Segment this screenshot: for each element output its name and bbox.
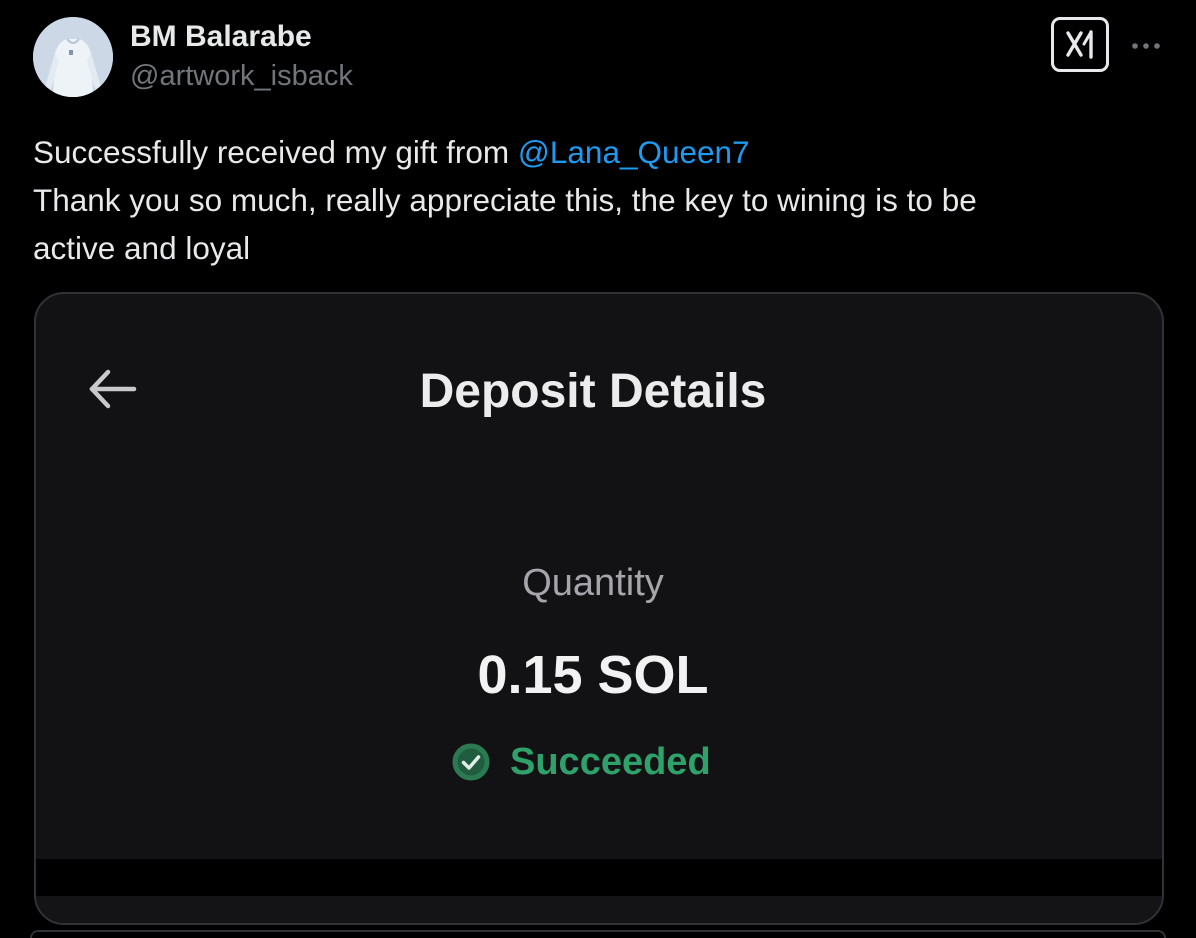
grok-button[interactable] xyxy=(1051,17,1109,72)
quantity-label: Quantity xyxy=(522,562,664,604)
tweet-line-2: Thank you so much, really appreciate thi… xyxy=(33,182,977,218)
author-avatar[interactable] xyxy=(33,17,113,97)
author-name[interactable]: BM Balarabe xyxy=(130,20,312,54)
next-card-edge xyxy=(30,930,1166,938)
media-bottom-strip xyxy=(36,896,1162,923)
check-circle-icon xyxy=(450,741,492,783)
tweet-text: Successfully received my gift from @Lana… xyxy=(33,128,1153,272)
author-handle[interactable]: @artwork_isback xyxy=(130,60,353,93)
deposit-title: Deposit Details xyxy=(419,365,767,418)
more-dots-icon xyxy=(1132,43,1160,49)
quantity-value: 0.15 SOL xyxy=(477,645,709,705)
status-row: Succeeded xyxy=(450,740,711,784)
grok-icon xyxy=(1066,30,1093,59)
mention-link[interactable]: @Lana_Queen7 xyxy=(518,134,750,170)
media-bottom-band xyxy=(36,859,1162,896)
tweet-line-3: active and loyal xyxy=(33,230,251,266)
avatar-image xyxy=(33,17,113,97)
media-card[interactable]: Deposit Details Quantity 0.15 SOL Succee… xyxy=(34,292,1164,925)
tweet-line-1: Successfully received my gift from @Lana… xyxy=(33,128,1153,176)
tweet-view: BM Balarabe @artwork_isback Successfully… xyxy=(0,0,1196,938)
status-text: Succeeded xyxy=(510,740,711,783)
tweet-text-prefix: Successfully received my gift from xyxy=(33,134,518,170)
more-options-button[interactable] xyxy=(1126,26,1166,66)
